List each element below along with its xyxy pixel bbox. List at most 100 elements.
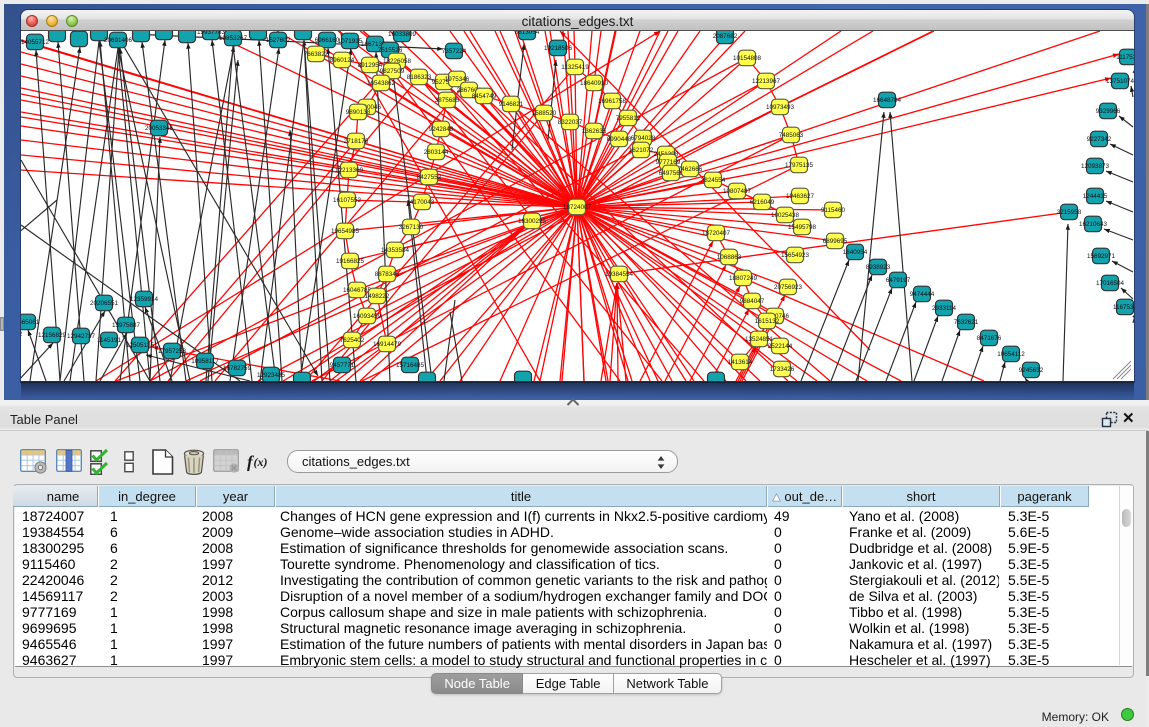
svg-text:9115460: 9115460 (821, 207, 846, 214)
svg-text:18300295: 18300295 (518, 218, 547, 225)
svg-text:14055712: 14055712 (21, 39, 49, 46)
svg-text:9884047: 9884047 (740, 298, 765, 305)
svg-text:11325419: 11325419 (561, 64, 589, 71)
svg-text:12359914: 12359914 (130, 296, 159, 303)
svg-text:16210643: 16210643 (1079, 221, 1108, 228)
svg-text:6899695: 6899695 (823, 238, 848, 245)
svg-text:2087682: 2087682 (713, 33, 738, 40)
svg-text:8186323: 8186323 (407, 74, 432, 81)
svg-text:9242848: 9242848 (429, 126, 454, 133)
svg-text:1068863: 1068863 (717, 254, 742, 261)
svg-text:10958117: 10958117 (191, 358, 219, 365)
svg-text:1117534: 1117534 (1116, 54, 1134, 61)
svg-text:7485063: 7485063 (779, 132, 804, 139)
svg-text:10853267: 10853267 (219, 35, 248, 42)
svg-text:1615132: 1615132 (755, 318, 780, 325)
svg-text:3267130: 3267130 (399, 224, 424, 231)
svg-text:12156829: 12156829 (38, 332, 67, 339)
svg-text:6479197: 6479197 (886, 277, 911, 284)
svg-text:1640954: 1640954 (843, 249, 868, 256)
svg-text:13975887: 13975887 (112, 322, 141, 329)
svg-text:17016504: 17016504 (1096, 280, 1125, 287)
svg-text:1413614: 1413614 (728, 359, 753, 366)
svg-text:20053346: 20053346 (145, 125, 174, 132)
svg-text:16914479: 16914479 (373, 341, 402, 348)
svg-text:19166825: 19166825 (336, 258, 365, 265)
svg-text:18720407: 18720407 (702, 230, 731, 237)
svg-text:7462666: 7462666 (678, 166, 703, 173)
svg-text:16543862: 16543862 (367, 80, 396, 87)
svg-text:18640910: 18640910 (580, 80, 609, 87)
svg-text:9457771: 9457771 (330, 362, 355, 369)
svg-text:17957253: 17957253 (158, 348, 187, 355)
svg-text:12923485: 12923485 (257, 372, 286, 379)
svg-text:10154808: 10154808 (733, 55, 762, 62)
svg-text:10973493: 10973493 (766, 104, 795, 111)
svg-text:6216049: 6216049 (750, 199, 775, 206)
svg-text:8813054: 8813054 (515, 31, 540, 36)
svg-text:1145191: 1145191 (97, 337, 122, 344)
svg-text:7632621: 7632621 (954, 319, 979, 326)
svg-text:1244415: 1244415 (1083, 193, 1108, 200)
svg-text:1071915: 1071915 (338, 38, 363, 45)
svg-text:12213369: 12213369 (335, 167, 364, 174)
svg-text:9329966: 9329966 (1096, 108, 1121, 115)
svg-text:1733426: 1733426 (770, 366, 795, 373)
svg-text:6966160: 6966160 (315, 37, 340, 44)
svg-text:10025438: 10025438 (771, 212, 800, 219)
svg-text:15716485: 15716485 (396, 362, 425, 369)
svg-text:12213967: 12213967 (752, 78, 781, 85)
svg-text:19463627: 19463627 (786, 193, 815, 200)
svg-text:6794028: 6794028 (631, 135, 656, 142)
svg-text:15654923: 15654923 (781, 252, 810, 259)
svg-text:7357224: 7357224 (442, 48, 467, 55)
svg-text:1588520: 1588520 (532, 110, 557, 117)
svg-text:9890138: 9890138 (346, 109, 371, 116)
svg-text:15495798: 15495798 (788, 224, 817, 231)
svg-text:13751074: 13751074 (1106, 78, 1134, 85)
svg-text:8427552: 8427552 (417, 174, 442, 181)
svg-text:20206551: 20206551 (90, 300, 119, 307)
svg-text:16782759: 16782759 (223, 365, 252, 372)
svg-text:15692971: 15692971 (1087, 253, 1116, 260)
svg-text:16033809: 16033809 (388, 31, 417, 38)
svg-text:3875685: 3875685 (435, 97, 460, 104)
svg-text:9827509: 9827509 (380, 68, 405, 75)
svg-text:20691406: 20691406 (104, 37, 133, 44)
svg-text:18724007: 18724007 (563, 204, 592, 211)
svg-text:2522144: 2522144 (768, 343, 793, 350)
svg-text:1498222: 1498222 (365, 293, 390, 300)
svg-text:9245632: 9245632 (1019, 367, 1044, 374)
svg-text:1665061: 1665061 (21, 319, 40, 326)
svg-text:2718176: 2718176 (344, 138, 369, 145)
svg-text:(x): (x) (254, 455, 268, 469)
svg-text:9227342: 9227342 (1087, 136, 1112, 143)
svg-text:8938923: 8938923 (866, 264, 891, 271)
svg-text:7625402: 7625402 (340, 337, 365, 344)
svg-text:8454749: 8454749 (472, 93, 497, 100)
svg-text:1621072: 1621072 (629, 147, 654, 154)
svg-text:16648784: 16648784 (873, 97, 902, 104)
svg-text:20756923: 20756923 (774, 284, 803, 291)
svg-text:14353584: 14353584 (381, 247, 410, 254)
svg-text:19384554: 19384554 (605, 271, 634, 278)
svg-text:13524851: 13524851 (745, 336, 774, 343)
svg-text:16961758: 16961758 (598, 98, 627, 105)
svg-text:1527602: 1527602 (266, 37, 291, 44)
svg-text:16107552: 16107552 (333, 197, 362, 204)
svg-text:17975135: 17975135 (785, 162, 814, 169)
svg-text:4170043: 4170043 (410, 199, 435, 206)
svg-text:19218506: 19218506 (544, 45, 573, 52)
svg-text:18807249: 18807249 (729, 275, 758, 282)
svg-text:8322037: 8322037 (558, 119, 583, 126)
svg-text:8990448: 8990448 (607, 136, 632, 143)
svg-text:19654985: 19654985 (331, 228, 360, 235)
svg-text:12505135: 12505135 (126, 342, 155, 349)
svg-text:12093873: 12093873 (1081, 163, 1110, 170)
svg-text:1167534: 1167534 (1113, 304, 1134, 311)
svg-text:8471676: 8471676 (977, 335, 1002, 342)
svg-text:10654112: 10654112 (997, 351, 1025, 358)
svg-text:7663822: 7663822 (304, 51, 329, 58)
svg-text:12942737: 12942737 (67, 333, 96, 340)
svg-text:9146821: 9146821 (499, 101, 524, 108)
